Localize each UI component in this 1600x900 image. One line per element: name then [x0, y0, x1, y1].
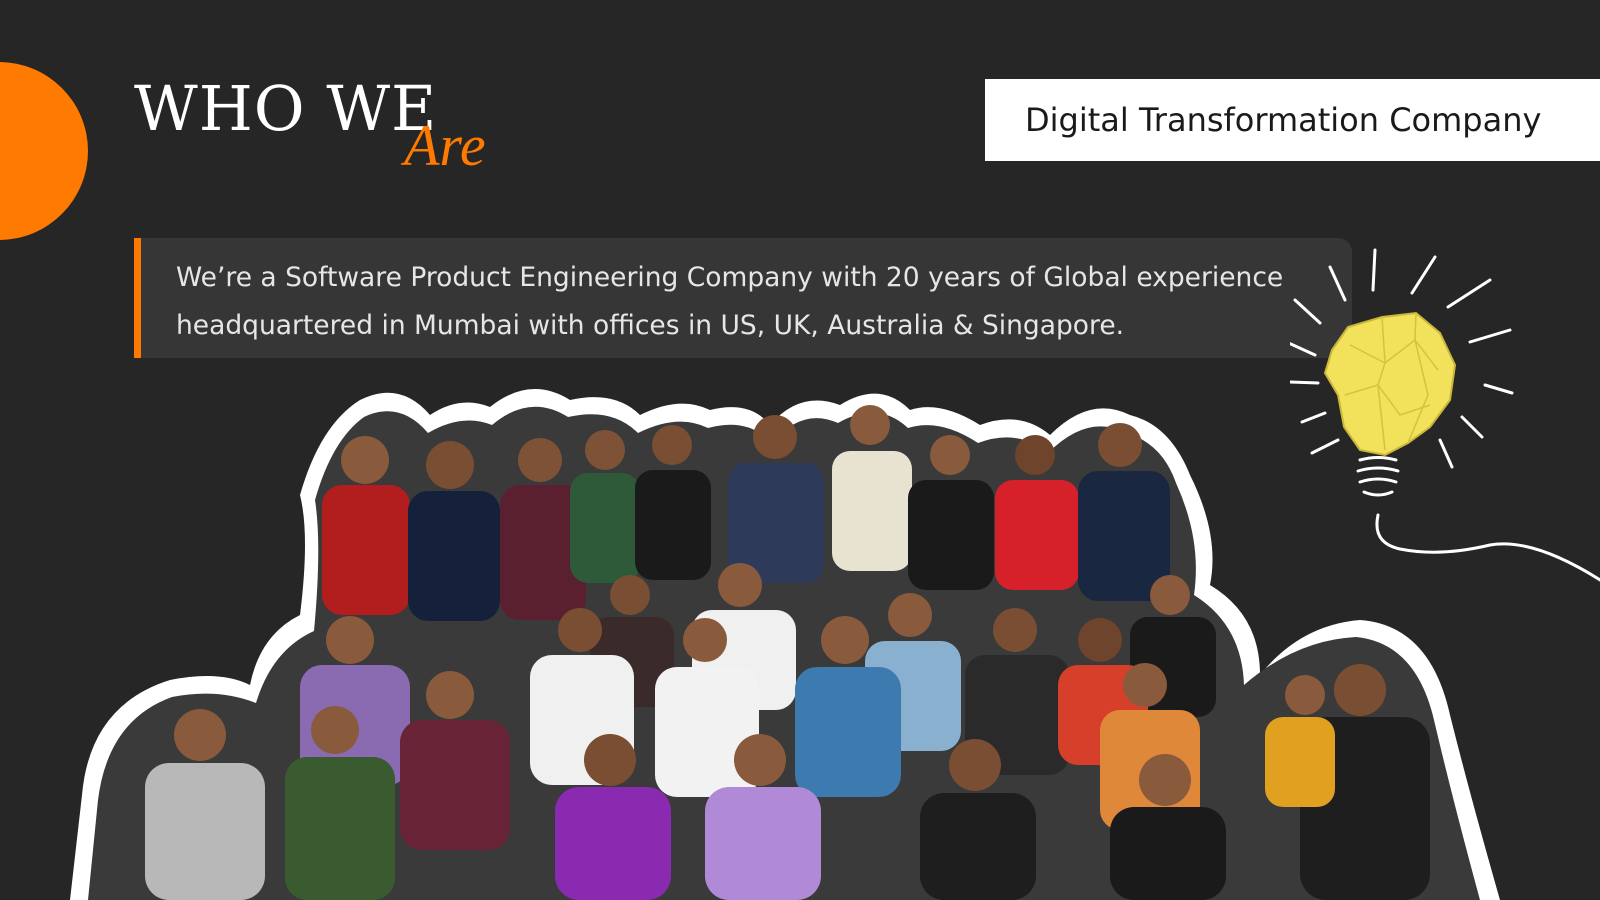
tagline-box: Digital Transformation Company	[985, 79, 1600, 161]
page-title: WHO WE	[134, 72, 438, 145]
intro-line-1: We’re a Software Product Engineering Com…	[176, 262, 1284, 293]
intro-panel: We’re a Software Product Engineering Com…	[134, 238, 1352, 358]
intro-line-2: headquartered in Mumbai with offices in …	[176, 310, 1125, 341]
decorative-orange-circle	[0, 62, 88, 240]
who-we-are-slide: WHO WE Are Digital Transformation Compan…	[0, 0, 1600, 900]
page-title-script: Are	[404, 113, 486, 178]
team-photo	[70, 389, 1500, 900]
tagline-label: Digital Transformation Company	[1025, 101, 1542, 139]
